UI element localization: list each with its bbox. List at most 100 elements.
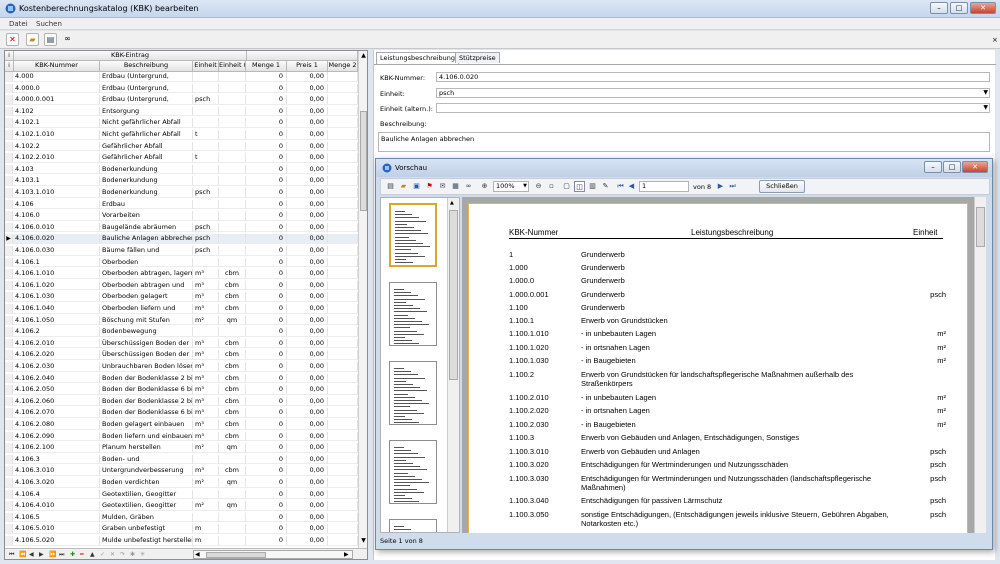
einheit-alt-cell[interactable]: cbm [219,338,246,348]
row-indicator[interactable] [5,327,13,337]
find-icon[interactable]: ∞ [463,181,474,192]
nav-last-icon[interactable]: ⏭ [59,551,64,559]
tab-stuetzpreise[interactable]: Stützpreise [455,52,500,63]
beschreibung-cell[interactable]: Boden der Bodenklasse 2 bis [100,396,193,406]
kbk-nummer-cell[interactable]: 4.106.5.010 [14,524,100,534]
menge-1-cell[interactable]: 0 [246,489,287,499]
einheit-alt-cell[interactable] [219,524,246,534]
preis-1-cell[interactable]: 0,00 [287,246,328,255]
einheit-alt-cell[interactable]: qm [219,315,246,325]
einheit-cell[interactable]: m³ [193,338,219,348]
beschreibung-cell[interactable]: Bauliche Anlagen abbrechen [100,234,193,244]
row-indicator[interactable] [5,269,13,279]
einheit-cell[interactable] [193,512,219,522]
thumbnail-page-1[interactable] [389,203,437,267]
table-row[interactable]: 4.106.4 Geotextilien, Geogitter 0 0,00 [5,489,358,500]
menge-2-cell[interactable] [328,338,358,348]
menge-2-cell[interactable] [328,431,358,441]
einheit-alt-cell[interactable]: cbm [219,431,246,441]
kbk-nummer-cell[interactable]: 4.000 [14,72,100,81]
beschreibung-cell[interactable]: Bodenerkundung [100,188,193,197]
einheit-cell[interactable]: m³ [193,362,219,371]
menge-1-cell[interactable]: 0 [246,83,287,93]
kbk-nummer-cell[interactable]: 4.106.5 [14,512,100,522]
beschreibung-cell[interactable]: Mulde unbefestigt herstellen [100,536,193,545]
table-row[interactable]: 4.106.1.030 Oberboden gelagert m³ cbm 0 0,00 [5,292,358,303]
scroll-right-icon[interactable]: ▶ [344,551,349,558]
menge-1-cell[interactable]: 0 [246,153,287,163]
beschreibung-cell[interactable]: Erdbau (Untergrund, [100,95,193,105]
einheit-cell[interactable] [193,118,219,128]
preis-1-cell[interactable]: 0,00 [287,280,328,290]
einheit-cell[interactable] [193,106,219,116]
beschreibung-cell[interactable]: Überschüssigen Boden der [100,350,193,360]
page-vertical-scrollbar[interactable] [974,197,986,533]
table-row[interactable]: 4.103 Bodenerkundung 0 0,00 [5,164,358,175]
einheit-alt-cell[interactable] [219,489,246,499]
nav-prev-page-icon[interactable]: ⏪ [19,551,26,558]
col-header-kbk-nummer[interactable]: KBK-Nummer [14,61,100,72]
beschreibung-cell[interactable]: Entsorgung [100,106,193,116]
beschreibung-cell[interactable]: Überschüssigen Boden der [100,338,193,348]
einheit-cell[interactable] [193,141,219,151]
scroll-down-icon[interactable]: ▼ [360,537,367,545]
row-indicator[interactable] [5,408,13,418]
preis-1-cell[interactable]: 0,00 [287,188,328,197]
kbk-nummer-field[interactable]: 4.106.0.020 [436,72,990,82]
row-indicator[interactable] [5,489,13,499]
kbk-nummer-cell[interactable]: 4.102.2.010 [14,153,100,163]
table-row[interactable]: 4.106.2.100 Planum herstellen m² qm 0 0,00 [5,443,358,453]
open-icon[interactable]: ▰ [398,181,409,192]
menge-2-cell[interactable] [328,211,358,221]
einheit-alt-cell[interactable]: cbm [219,350,246,360]
beschreibung-cell[interactable]: Böschung mit Stufen [100,315,193,325]
menge-1-cell[interactable]: 0 [246,211,287,221]
kbk-nummer-cell[interactable]: 4.106.0.030 [14,246,100,255]
table-row[interactable]: 4.106 Erdbau 0 0,00 [5,199,358,210]
row-indicator[interactable] [5,188,13,197]
row-indicator[interactable] [5,211,13,221]
preis-1-cell[interactable]: 0,00 [287,83,328,93]
menge-2-cell[interactable] [328,408,358,418]
row-indicator[interactable] [5,315,13,325]
row-indicator[interactable] [5,83,13,93]
menge-2-cell[interactable] [328,222,358,232]
scroll-left-icon[interactable]: ◀ [195,551,200,558]
einheit-alt-cell[interactable] [219,153,246,163]
kbk-nummer-cell[interactable]: 4.106.2.030 [14,362,100,371]
table-row[interactable]: 4.000.0.001 Erdbau (Untergrund, psch 0 0,00 [5,95,358,105]
row-indicator[interactable] [5,396,13,406]
menge-2-cell[interactable] [328,396,358,406]
kbk-nummer-cell[interactable]: 4.106.1.010 [14,269,100,279]
kbk-nummer-cell[interactable]: 4.106.5.020 [14,536,100,545]
kbk-nummer-cell[interactable]: 4.106.0.010 [14,222,100,232]
row-indicator[interactable] [5,362,13,371]
einheit-cell[interactable]: m³ [193,420,219,429]
beschreibung-cell[interactable]: Unbrauchbaren Boden lösen [100,362,193,371]
beschreibung-cell[interactable]: Baugelände abräumen [100,222,193,232]
table-row[interactable]: 4.103.1.010 Bodenerkundung psch 0 0,00 [5,188,358,198]
row-indicator[interactable] [5,95,13,105]
table-row[interactable]: 4.103.1 Bodenerkundung 0 0,00 [5,176,358,187]
menge-2-cell[interactable] [328,420,358,429]
beschreibung-cell[interactable]: Boden gelagert einbauen [100,420,193,429]
table-row[interactable]: 4.106.5 Mulden, Gräben 0 0,00 [5,512,358,523]
table-row[interactable]: 4.102.2 Gefährlicher Abfall 0 0,00 [5,141,358,152]
menge-1-cell[interactable]: 0 [246,130,287,139]
menge-1-cell[interactable]: 0 [246,373,287,383]
row-indicator[interactable] [5,512,13,522]
kbk-nummer-cell[interactable]: 4.106.2.020 [14,350,100,360]
menge-1-cell[interactable]: 0 [246,454,287,464]
menge-2-cell[interactable] [328,130,358,139]
thumbnail-scrollbar[interactable]: ▲ [447,198,459,532]
preis-1-cell[interactable]: 0,00 [287,199,328,209]
row-indicator[interactable] [5,524,13,534]
menge-2-cell[interactable] [328,72,358,81]
kbk-nummer-cell[interactable]: 4.106 [14,199,100,209]
table-row[interactable]: 4.000 Erdbau (Untergrund, 0 0,00 [5,72,358,82]
grid-vertical-scrollbar[interactable]: ▲ ▼ [358,51,367,549]
nav-next-icon[interactable]: ▶ [39,551,44,558]
first-page-icon[interactable]: ⏮ [615,181,626,192]
kbk-nummer-cell[interactable]: 4.106.2.040 [14,373,100,383]
einheit-cell[interactable]: m³ [193,373,219,383]
